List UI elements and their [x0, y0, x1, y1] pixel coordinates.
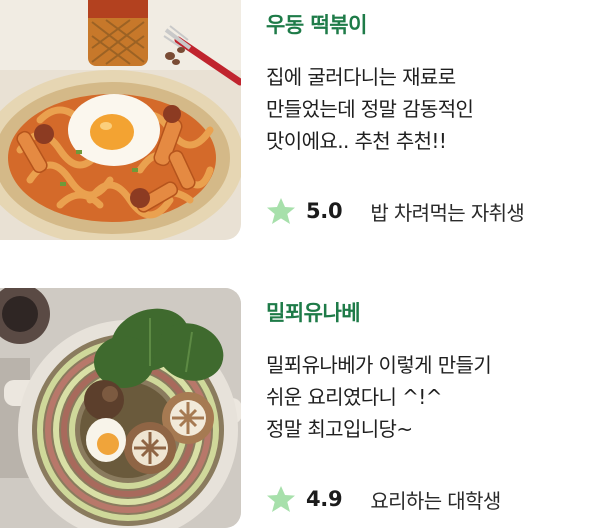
recipe-description-line: 만들었는데 정말 감동적인: [266, 97, 474, 121]
recipe-title[interactable]: 우동 떡볶이: [266, 9, 367, 39]
recipe-author[interactable]: 요리하는 대학생: [370, 485, 501, 514]
star-icon: [266, 484, 296, 514]
recipe-title[interactable]: 밀푀유나베: [266, 297, 361, 327]
recipe-description-line: 밀푀유나베가 이렇게 만들기: [266, 353, 492, 377]
recipe-card[interactable]: 우동 떡볶이 집에 굴러다니는 재료로 만들었는데 정말 감동적인 맛이에요..…: [0, 0, 592, 240]
recipe-description-line: 쉬운 요리였다니 ^!^: [266, 385, 442, 409]
recipe-photo-udon-tteokbokki[interactable]: [0, 0, 241, 240]
recipe-photo-millefeuille-nabe[interactable]: [0, 288, 241, 528]
recipe-description-line: 맛이에요.. 추천 추천!!: [266, 129, 447, 153]
recipe-description-line: 집에 굴러다니는 재료로: [266, 65, 456, 89]
star-icon: [266, 196, 296, 226]
recipe-description-line: 정말 최고입니당~: [266, 417, 413, 441]
recipe-rating-row: 4.9 요리하는 대학생: [266, 483, 501, 515]
recipe-description: 집에 굴러다니는 재료로 만들었는데 정말 감동적인 맛이에요.. 추천 추천!…: [266, 61, 576, 157]
recipe-rating-row: 5.0 밥 차려먹는 자취생: [266, 195, 525, 227]
recipe-feed: 우동 떡볶이 집에 굴러다니는 재료로 만들었는데 정말 감동적인 맛이에요..…: [0, 0, 592, 532]
recipe-author[interactable]: 밥 차려먹는 자취생: [370, 197, 525, 226]
recipe-card[interactable]: 밀푀유나베 밀푀유나베가 이렇게 만들기 쉬운 요리였다니 ^!^ 정말 최고입…: [0, 288, 592, 532]
rating-score: 5.0: [306, 199, 343, 223]
recipe-description: 밀푀유나베가 이렇게 만들기 쉬운 요리였다니 ^!^ 정말 최고입니당~: [266, 349, 576, 445]
rating-score: 4.9: [306, 487, 343, 511]
